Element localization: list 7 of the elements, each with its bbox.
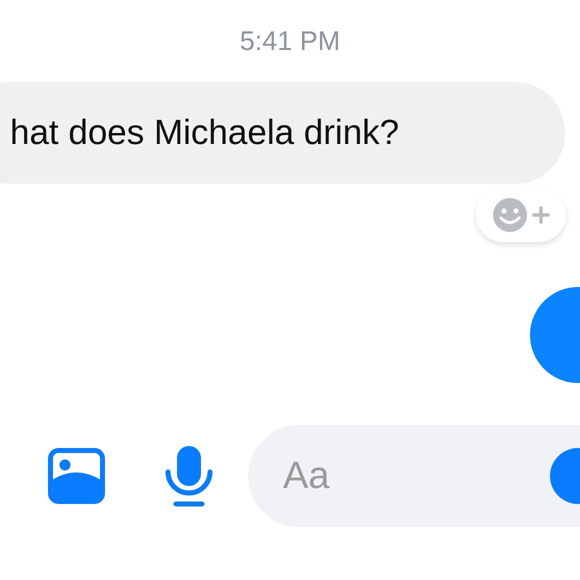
smiley-plus-icon [492, 197, 550, 233]
message-input[interactable]: Aa [283, 448, 483, 504]
timestamp: 5:41 PM [240, 24, 340, 58]
message-field[interactable]: Aa [248, 425, 580, 527]
image-icon[interactable] [48, 448, 105, 504]
message-text: hat does Michaela drink? [10, 112, 400, 154]
microphone-icon[interactable] [165, 445, 213, 507]
